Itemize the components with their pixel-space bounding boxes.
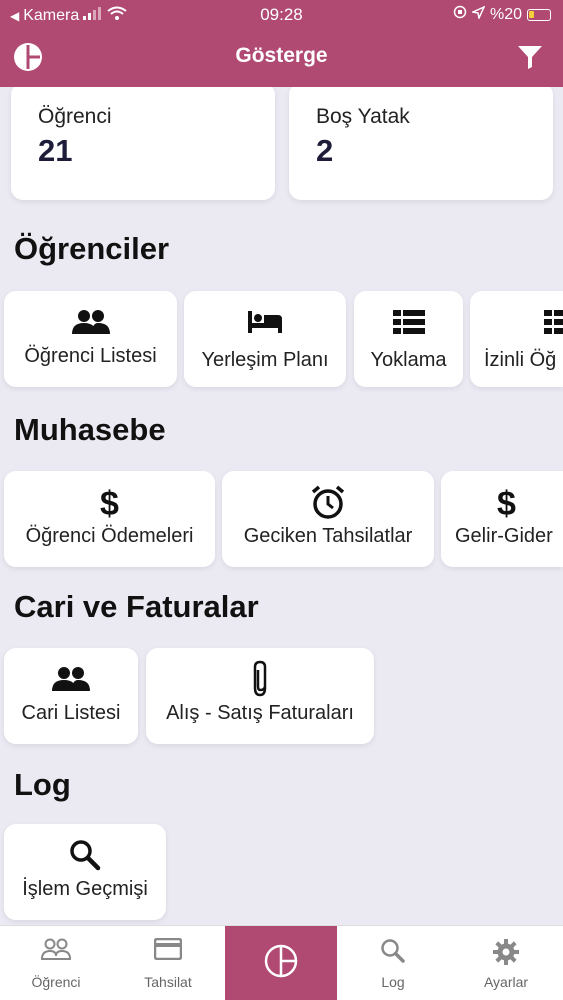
- tile-label: Geciken Tahsilatlar: [243, 525, 413, 547]
- tab-bar: Öğrenci Tahsilat Log Ayarlar: [0, 925, 563, 1000]
- battery-icon: [527, 8, 551, 21]
- search-icon: [69, 839, 101, 876]
- tile-yoklama[interactable]: Yoklama: [354, 291, 463, 387]
- stat-label: Boş Yatak: [316, 105, 410, 128]
- status-bar: ◀ Kamera 09:28 %20: [0, 0, 563, 30]
- search-icon: [380, 938, 406, 969]
- section-title-muhasebe: Muhasebe: [14, 412, 166, 447]
- people-icon: [71, 309, 110, 340]
- orientation-lock-icon: [453, 5, 467, 24]
- tile-label: Yoklama: [370, 349, 447, 371]
- tile-gelir-gider[interactable]: $ Gelir-Gider: [441, 471, 563, 567]
- gear-icon: [492, 938, 520, 971]
- tile-ogrenci-listesi[interactable]: Öğrenci Listesi: [4, 291, 177, 387]
- tab-log[interactable]: Log: [337, 926, 449, 1000]
- paperclip-icon: [249, 660, 271, 703]
- stat-label: Öğrenci: [38, 105, 112, 128]
- section-title-cari: Cari ve Faturalar: [14, 589, 259, 624]
- bed-icon: [248, 310, 282, 338]
- tile-label: Gelir-Gider: [455, 525, 553, 547]
- tile-label: İzinli Öğ: [484, 349, 557, 371]
- tile-label: Alış - Satış Faturaları: [166, 702, 354, 724]
- tile-cari-listesi[interactable]: Cari Listesi: [4, 648, 138, 744]
- section-title-log: Log: [14, 767, 71, 802]
- alarm-icon: [310, 484, 346, 525]
- tile-ogrenci-odemeleri[interactable]: $ Öğrenci Ödemeleri: [4, 471, 215, 567]
- app-header: ◀ Kamera 09:28 %20 Gösterge: [0, 0, 563, 87]
- tile-label: Yerleşim Planı: [201, 349, 329, 371]
- filter-icon[interactable]: [517, 44, 543, 75]
- tile-label: Öğrenci Ödemeleri: [25, 525, 194, 547]
- stat-value: 2: [316, 133, 334, 168]
- stat-value: 21: [38, 133, 73, 168]
- tile-izinli-ogrenciler[interactable]: İzinli Öğ: [470, 291, 563, 387]
- people-outline-icon: [40, 938, 72, 965]
- dollar-icon: $: [497, 484, 516, 523]
- tile-label: Öğrenci Listesi: [24, 345, 157, 367]
- tab-label: Öğrenci: [31, 974, 81, 990]
- tab-home[interactable]: [225, 926, 337, 1000]
- logo-icon: [264, 944, 298, 983]
- tab-label: Ayarlar: [483, 974, 529, 990]
- tile-alis-satis-faturalari[interactable]: Alış - Satış Faturaları: [146, 648, 374, 744]
- tile-islem-gecmisi[interactable]: İşlem Geçmişi: [4, 824, 166, 920]
- tile-geciken-tahsilatlar[interactable]: Geciken Tahsilatlar: [222, 471, 434, 567]
- tab-tahsilat[interactable]: Tahsilat: [112, 926, 224, 1000]
- section-title-ogrenciler: Öğrenciler: [14, 231, 170, 266]
- dashboard-content[interactable]: Öğrenci 21 Boş Yatak 2 Öğrenciler Öğrenc…: [0, 87, 563, 925]
- stat-card-empty-beds[interactable]: Boş Yatak 2: [289, 87, 553, 200]
- people-icon: [52, 666, 90, 697]
- page-title: Gösterge: [235, 44, 328, 67]
- tab-ogrenci[interactable]: Öğrenci: [0, 926, 112, 1000]
- dollar-icon: $: [100, 484, 119, 523]
- status-right: %20: [453, 4, 551, 24]
- battery-percent: %20: [489, 5, 522, 23]
- card-icon: [153, 937, 183, 965]
- location-icon: [470, 4, 486, 24]
- tile-yerlesim-plani[interactable]: Yerleşim Planı: [184, 291, 346, 387]
- list-icon: [544, 309, 563, 339]
- tab-label: Tahsilat: [144, 974, 192, 990]
- stat-card-students[interactable]: Öğrenci 21: [11, 87, 275, 200]
- tile-label: Cari Listesi: [21, 702, 121, 724]
- tab-ayarlar[interactable]: Ayarlar: [450, 926, 562, 1000]
- tab-label: Log: [381, 974, 405, 990]
- list-icon: [392, 309, 425, 339]
- tile-label: İşlem Geçmişi: [22, 878, 148, 900]
